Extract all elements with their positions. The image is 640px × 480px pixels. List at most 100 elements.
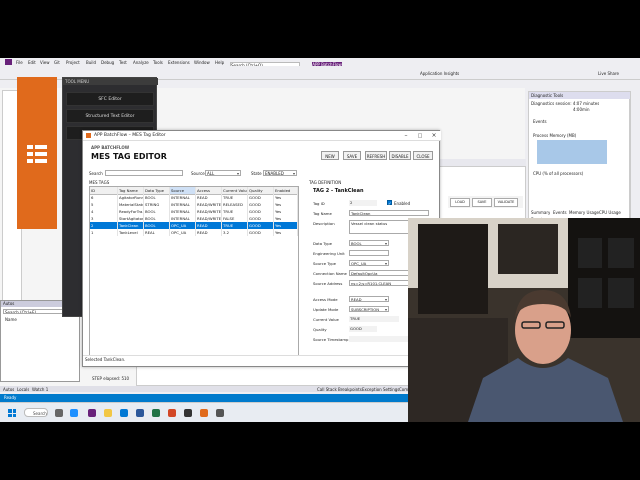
diag-tab-summary[interactable]: Summary: [531, 210, 550, 215]
data-type-select[interactable]: BOOL: [349, 240, 389, 247]
task-view-icon[interactable]: [55, 409, 63, 417]
col-tag-name[interactable]: Tag Name: [118, 187, 144, 194]
diag-tab-events[interactable]: Events: [553, 210, 567, 215]
access-mode-select[interactable]: READ: [349, 296, 389, 303]
letterbox-bottom: [0, 422, 640, 480]
col-access[interactable]: Access: [196, 187, 222, 194]
tag-id-label: Tag ID: [313, 201, 325, 206]
close-button[interactable]: CLOSE: [413, 151, 433, 160]
menu-extensions[interactable]: Extensions: [168, 60, 190, 65]
table-row[interactable]: 2 TankClean BOOL OPC_UA READ TRUE GOOD Yes: [90, 222, 298, 229]
diag-tab-memory[interactable]: Memory Usage: [569, 210, 599, 215]
structured-text-editor-button[interactable]: Structured Text Editor: [66, 109, 154, 123]
menu-window[interactable]: Window: [194, 60, 210, 65]
word-icon[interactable]: [136, 409, 144, 417]
col-data-type[interactable]: Data Type: [144, 187, 170, 194]
letterbox-top: [0, 0, 640, 58]
menu-project[interactable]: Project: [66, 60, 80, 65]
edge-icon[interactable]: [70, 409, 78, 417]
menu-analyze[interactable]: Analyze: [133, 60, 149, 65]
menu-test[interactable]: Test: [119, 60, 127, 65]
save-bg-button[interactable]: SAVE: [472, 198, 492, 207]
secondary-toolbar: [140, 80, 520, 88]
state-filter-select[interactable]: ENABLED: [263, 170, 297, 177]
table-row[interactable]: 4 ReadyForTra... BOOL INTERNAL READ/WRITE TRU…: [90, 208, 298, 215]
source-filter-select[interactable]: ALL: [205, 170, 241, 177]
save-button[interactable]: SAVE: [343, 151, 361, 160]
terminal-icon[interactable]: [184, 409, 192, 417]
webcam-video: [408, 218, 640, 422]
status-text: Ready: [4, 395, 17, 400]
settings-icon[interactable]: [216, 409, 224, 417]
load-button[interactable]: LOAD: [450, 198, 470, 207]
enabled-checkbox[interactable]: ✓: [387, 200, 392, 206]
tag-name-field[interactable]: TankClean: [349, 210, 429, 216]
menu-help[interactable]: Help: [215, 60, 224, 65]
minimize-icon[interactable]: –: [401, 132, 411, 140]
close-icon[interactable]: ×: [429, 132, 439, 140]
source-type-select[interactable]: OPC_UA: [349, 260, 389, 267]
col-quality[interactable]: Quality: [248, 187, 274, 194]
menu-build[interactable]: Build: [86, 60, 96, 65]
tab-autos[interactable]: Autos: [3, 387, 14, 392]
col-source[interactable]: Source: [170, 187, 196, 194]
process-memory-label: Process Memory (MB): [533, 133, 577, 138]
tab-exception-settings[interactable]: Exception Settings: [362, 387, 399, 392]
page-title: MES TAG EDITOR: [91, 152, 167, 161]
brand-panel: [17, 77, 57, 229]
store-icon[interactable]: [120, 409, 128, 417]
live-share-button[interactable]: Live Share: [598, 71, 619, 76]
visual-studio-taskbar-icon[interactable]: [88, 409, 96, 417]
cell-current-value: 3.2: [222, 229, 248, 236]
menu-file[interactable]: File: [16, 60, 23, 65]
disable-button[interactable]: DISABLE: [389, 151, 411, 160]
cell-enabled: Yes: [274, 222, 298, 229]
new-button[interactable]: NEW: [321, 151, 339, 160]
col-current-value[interactable]: Current Value: [222, 187, 248, 194]
cell-access: READ/WRITE: [197, 208, 222, 215]
tab-breakpoints[interactable]: Breakpoints: [338, 387, 362, 392]
col-id[interactable]: ID: [90, 187, 118, 194]
menu-git[interactable]: Git: [54, 60, 60, 65]
app-label: APP BATCHFLOW: [91, 145, 130, 150]
engineering-unit-field[interactable]: [349, 250, 389, 256]
windows-start-icon[interactable]: [8, 409, 16, 417]
menu-edit[interactable]: Edit: [28, 60, 36, 65]
table-row[interactable]: 5 MaterialStatus STRING INTERNAL READ/WRITE R…: [90, 201, 298, 208]
source-timestamp-label: Source Timestamp: [313, 337, 349, 342]
update-mode-select[interactable]: SUBSCRIPTION: [349, 306, 389, 313]
menu-bar: File Edit View Git Project Build Debug T…: [0, 58, 640, 68]
tab-locals[interactable]: Locals: [17, 387, 29, 392]
source-address-label: Source Address: [313, 281, 343, 286]
quality-label: Quality: [313, 327, 327, 332]
maximize-icon[interactable]: □: [415, 132, 425, 140]
refresh-button[interactable]: REFRESH: [365, 151, 387, 160]
state-label: State: [251, 171, 262, 176]
validate-button[interactable]: VALIDATE: [494, 198, 518, 207]
menu-tools[interactable]: Tools: [153, 60, 163, 65]
tag-definition-title: TAG 2 - TankClean: [313, 188, 364, 194]
diag-tab-cpu[interactable]: CPU Usage: [599, 210, 621, 215]
col-enabled[interactable]: Enabled: [274, 187, 298, 194]
taskbar-search[interactable]: Search: [24, 408, 48, 417]
cell-quality: GOOD: [248, 194, 274, 201]
table-row[interactable]: 3 StartAgitator BOOL INTERNAL READ/WRITE FALS…: [90, 215, 298, 222]
app-insights-button[interactable]: Application Insights: [420, 71, 459, 76]
tab-call-stack[interactable]: Call Stack: [317, 387, 337, 392]
description-label: Description: [313, 221, 335, 226]
file-explorer-icon[interactable]: [104, 409, 112, 417]
tab-watch-1[interactable]: Watch 1: [32, 387, 48, 392]
menu-view[interactable]: View: [40, 60, 50, 65]
menu-debug[interactable]: Debug: [101, 60, 114, 65]
autos-name-column[interactable]: Name: [5, 317, 17, 322]
powerpoint-icon[interactable]: [168, 409, 176, 417]
table-row[interactable]: 6AgitatorRunn...BOOLINTERNALREADTRUEGOOD…: [90, 194, 298, 201]
events-label: Events: [533, 119, 547, 124]
search-input[interactable]: [105, 170, 183, 176]
table-row[interactable]: 1 TankLevel REAL OPC_UA READ 3.2 GOOD Yes: [90, 229, 298, 236]
visual-studio-logo-icon[interactable]: [5, 59, 12, 65]
search-label: Search: [89, 171, 103, 176]
batchflow-app-icon[interactable]: [200, 409, 208, 417]
excel-icon[interactable]: [152, 409, 160, 417]
sfc-editor-button[interactable]: SFC Editor: [66, 92, 154, 106]
